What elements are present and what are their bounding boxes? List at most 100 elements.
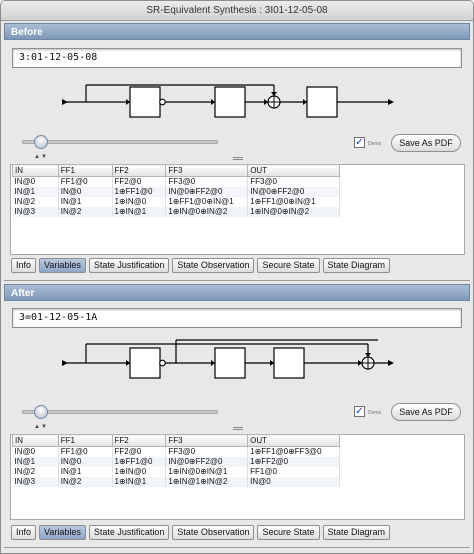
tab-state-observation[interactable]: State Observation: [172, 525, 255, 540]
tab-secure-state[interactable]: Secure State: [257, 258, 320, 273]
after-header: After: [4, 284, 470, 301]
table-cell: IN@1: [12, 456, 59, 467]
table-row[interactable]: IN@2 IN@1 1⊕IN@0 1⊕IN@0⊕IN@1 FF1@0: [12, 466, 340, 477]
before-circuit-diagram: [62, 84, 394, 118]
table-cell: 1⊕FF1@0⊕IN@1: [165, 196, 249, 207]
table-row[interactable]: IN@1 IN@0 1⊕FF1@0 IN@0⊕FF2@0 1⊕FF2@0: [12, 456, 340, 467]
tab-state-observation[interactable]: State Observation: [172, 258, 255, 273]
before-sequence-field[interactable]: 3:01-12-05-08: [12, 48, 462, 68]
table-cell: IN@0: [58, 186, 113, 197]
tab-info[interactable]: Info: [11, 525, 37, 540]
table-row[interactable]: IN@3 IN@2 1⊕IN@1 1⊕IN@1⊕IN@2 IN@0: [12, 476, 340, 487]
before-tab-bar: Info Variables State Justification State…: [11, 258, 393, 273]
after-sequence-field[interactable]: 3=01-12-05-1A: [12, 308, 462, 328]
table-cell: 1⊕FF1@0⊕FF3@0: [247, 446, 340, 457]
tab-variables[interactable]: Variables: [39, 258, 86, 273]
table-cell: FF1@0: [58, 446, 113, 457]
table-cell: IN@0⊕FF2@0: [165, 186, 249, 197]
column-header-ff2[interactable]: FF2: [111, 434, 167, 447]
table-cell: IN@1: [58, 196, 113, 207]
table-cell: 1⊕FF2@0: [247, 456, 340, 467]
column-header-in[interactable]: IN: [12, 164, 59, 177]
before-splitter-arrows[interactable]: ▲▼: [34, 154, 48, 160]
after-save-pdf-button[interactable]: Save As PDF: [391, 403, 461, 421]
table-cell: 1⊕FF1@0⊕IN@1: [247, 196, 340, 207]
table-cell: 1⊕FF1@0: [112, 456, 167, 467]
column-header-ff2[interactable]: FF2: [111, 164, 167, 177]
column-header-ff3[interactable]: FF3: [165, 164, 249, 177]
after-tab-bar: Info Variables State Justification State…: [11, 525, 393, 540]
table-header-row: IN FF1 FF2 FF3 OUT: [12, 434, 340, 447]
after-pane: After 3=01-12-05-1A ✓ Demo Save As PDF ▲…: [4, 284, 470, 534]
window-title: SR-Equivalent Synthesis : 3I01-12-05-08: [1, 1, 473, 21]
table-cell: IN@0: [12, 176, 59, 187]
table-row[interactable]: IN@3 IN@2 1⊕IN@1 1⊕IN@0⊕IN@2 1⊕IN@0⊕IN@2: [12, 206, 340, 217]
tab-info[interactable]: Info: [11, 258, 37, 273]
before-slider-knob[interactable]: [34, 135, 48, 149]
table-header-row: IN FF1 FF2 FF3 OUT: [12, 164, 340, 177]
table-cell: IN@0: [12, 446, 59, 457]
column-header-ff1[interactable]: FF1: [57, 164, 113, 177]
before-save-pdf-button[interactable]: Save As PDF: [391, 134, 461, 152]
column-header-out[interactable]: OUT: [247, 164, 340, 177]
table-cell: 1⊕IN@0⊕IN@1: [165, 466, 249, 477]
table-cell: FF2@0: [112, 446, 167, 457]
table-cell: IN@0⊕FF2@0: [247, 186, 340, 197]
column-header-ff1[interactable]: FF1: [57, 434, 113, 447]
tab-secure-state[interactable]: Secure State: [257, 525, 320, 540]
table-cell: FF1@0: [58, 176, 113, 187]
table-cell: 1⊕IN@0: [112, 196, 167, 207]
table-cell: FF2@0: [112, 176, 167, 187]
table-row[interactable]: IN@1 IN@0 1⊕FF1@0 IN@0⊕FF2@0 IN@0⊕FF2@0: [12, 186, 340, 197]
table-cell: IN@2: [58, 206, 113, 217]
table-cell: FF1@0: [247, 466, 340, 477]
table-cell: 1⊕IN@0⊕IN@2: [165, 206, 249, 217]
after-demo-checkbox-label: Demo: [368, 410, 382, 416]
table-cell: IN@3: [12, 206, 59, 217]
table-row[interactable]: IN@2 IN@1 1⊕IN@0 1⊕FF1@0⊕IN@1 1⊕FF1@0⊕IN…: [12, 196, 340, 207]
before-tab-strip-line: [4, 280, 470, 281]
app-window: SR-Equivalent Synthesis : 3I01-12-05-08 …: [0, 0, 474, 554]
after-splitter-arrows[interactable]: ▲▼: [34, 424, 48, 430]
column-header-in[interactable]: IN: [12, 434, 59, 447]
tab-state-diagram[interactable]: State Diagram: [322, 525, 391, 540]
table-cell: 1⊕IN@1: [112, 476, 167, 487]
table-cell: IN@0: [58, 456, 113, 467]
after-slider-track[interactable]: [22, 410, 218, 414]
table-cell: IN@1: [12, 186, 59, 197]
table-cell: IN@1: [58, 466, 113, 477]
after-demo-checkbox[interactable]: ✓: [354, 406, 365, 417]
tab-state-justification[interactable]: State Justification: [88, 525, 170, 540]
table-cell: IN@2: [12, 196, 59, 207]
before-variables-table: IN FF1 FF2 FF3 OUT IN@0 FF1@0 FF2@0 FF3@…: [12, 164, 340, 217]
table-cell: FF3@0: [247, 176, 340, 187]
column-header-ff3[interactable]: FF3: [165, 434, 249, 447]
table-cell: 1⊕IN@1⊕IN@2: [165, 476, 249, 487]
table-cell: 1⊕IN@0: [112, 466, 167, 477]
before-pane: Before 3:01-12-05-08 ✓ Demo Save As PDF …: [4, 23, 470, 275]
table-row[interactable]: IN@0 FF1@0 FF2@0 FF3@0 1⊕FF1@0⊕FF3@0: [12, 446, 340, 457]
table-cell: IN@2: [58, 476, 113, 487]
before-slider-track[interactable]: [22, 140, 218, 144]
after-variables-table: IN FF1 FF2 FF3 OUT IN@0 FF1@0 FF2@0 FF3@…: [12, 434, 340, 487]
tab-state-justification[interactable]: State Justification: [88, 258, 170, 273]
table-cell: 1⊕FF1@0: [112, 186, 167, 197]
table-cell: IN@0: [247, 476, 340, 487]
before-header: Before: [4, 23, 470, 40]
before-demo-checkbox[interactable]: ✓: [354, 137, 365, 148]
table-cell: FF3@0: [165, 446, 249, 457]
tab-variables[interactable]: Variables: [39, 525, 86, 540]
after-circuit-diagram: [62, 339, 394, 379]
before-demo-checkbox-label: Demo: [368, 141, 382, 147]
before-splitter-grip[interactable]: [233, 157, 243, 160]
table-row[interactable]: IN@0 FF1@0 FF2@0 FF3@0 FF3@0: [12, 176, 340, 187]
table-cell: 1⊕IN@1: [112, 206, 167, 217]
tab-state-diagram[interactable]: State Diagram: [322, 258, 391, 273]
table-cell: IN@2: [12, 466, 59, 477]
after-slider-knob[interactable]: [34, 405, 48, 419]
table-cell: FF3@0: [165, 176, 249, 187]
column-header-out[interactable]: OUT: [247, 434, 340, 447]
after-splitter-grip[interactable]: [233, 427, 243, 430]
table-cell: IN@0⊕FF2@0: [165, 456, 249, 467]
table-cell: 1⊕IN@0⊕IN@2: [247, 206, 340, 217]
